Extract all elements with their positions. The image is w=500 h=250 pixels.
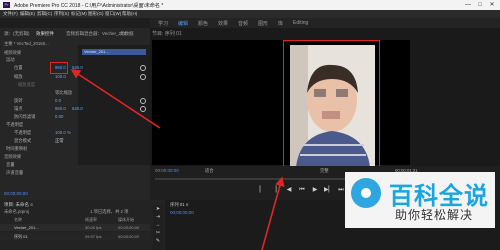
watermark-subtitle: 助你轻松解决: [395, 208, 474, 222]
baike-logo-icon: [351, 178, 381, 208]
arrow-to-position: [70, 69, 161, 129]
arrow-to-frame: [261, 176, 285, 250]
watermark-badge: 百科全说 助你轻松解决: [345, 172, 495, 228]
